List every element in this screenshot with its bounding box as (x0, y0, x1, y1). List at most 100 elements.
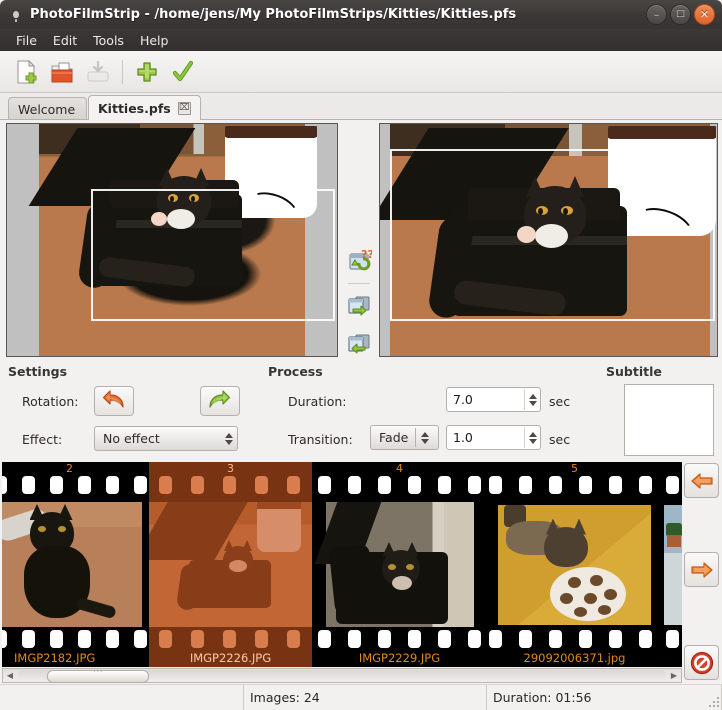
start-crop-preview[interactable] (6, 123, 338, 357)
main-toolbar (0, 51, 722, 93)
filmstrip-frame-3[interactable]: 3 IMGP2226.JPG 3 IMGP2226.JPG (149, 462, 312, 667)
menu-file[interactable]: File (8, 31, 45, 50)
status-message (0, 685, 244, 710)
chevron-up-icon[interactable] (421, 431, 430, 437)
spin-up-icon[interactable] (529, 393, 537, 399)
title-bar: PhotoFilmStrip - /home/jens/My PhotoFilm… (0, 0, 722, 29)
transition-spin-arrows[interactable] (529, 431, 537, 444)
copy-start-to-end-button[interactable] (343, 290, 375, 322)
duration-unit: sec (549, 394, 571, 409)
menu-tools[interactable]: Tools (85, 31, 132, 50)
rotate-right-button[interactable] (200, 386, 240, 416)
spin-down-icon[interactable] (529, 400, 537, 406)
next-image-button[interactable] (684, 552, 719, 587)
transition-spin-divider (524, 427, 525, 448)
filmstrip-frame-2-thumb[interactable] (2, 498, 147, 631)
spin-up-icon[interactable] (529, 431, 537, 437)
transition-select-arrows[interactable] (421, 431, 430, 444)
remove-image-button[interactable] (684, 645, 719, 680)
filmstrip-frame-next-thumb[interactable] (662, 498, 682, 631)
start-photo (28, 124, 317, 356)
sprockets-top (312, 476, 487, 494)
preview-area: ?? (0, 120, 722, 401)
transition-label: Transition: (288, 432, 353, 447)
effect-select-value: No effect (103, 431, 160, 446)
filmstrip-frame-3-number-overlay: 3 (227, 462, 234, 475)
filmstrip-frame-4-filename: IMGP2229.JPG (358, 651, 441, 665)
filmstrip-frame-3-thumb[interactable] (149, 498, 312, 631)
filmstrip-frame-5-filename: 29092006371.jpg (523, 651, 626, 665)
filmstrip-frame-5[interactable]: 5 29092006371.jpg (487, 462, 662, 667)
tab-close-icon[interactable]: ⌧ (177, 101, 191, 115)
new-project-button[interactable] (8, 54, 44, 90)
maximize-icon: □ (676, 9, 685, 19)
transition-select-divider (415, 428, 417, 447)
previous-image-button[interactable] (684, 463, 719, 498)
save-project-button[interactable] (80, 54, 116, 90)
filmstrip-scrollbar[interactable]: ◀ ▶ (2, 666, 682, 683)
sprockets-bottom (312, 630, 487, 648)
tab-kitties-pfs[interactable]: Kitties.pfs ⌧ (88, 95, 201, 120)
filmstrip-frame-next-partial[interactable] (662, 462, 682, 667)
copy-start-to-end-icon (348, 296, 370, 316)
chevron-down-icon[interactable] (421, 438, 430, 444)
menu-help[interactable]: Help (132, 31, 177, 50)
arrow-right-icon (690, 561, 713, 578)
svg-text:??: ?? (361, 248, 372, 261)
arrow-left-icon (690, 472, 713, 489)
subtitle-input[interactable] (624, 384, 714, 456)
filmstrip-frame-5-thumb[interactable] (487, 498, 662, 631)
window-controls: – □ ✕ (646, 4, 715, 25)
subtitle-group-title: Subtitle (606, 364, 662, 379)
copy-end-to-start-icon (348, 334, 370, 354)
chevron-up-icon (225, 432, 233, 438)
reset-crop-button[interactable]: ?? (343, 245, 375, 277)
duration-spin-arrows[interactable] (529, 393, 537, 406)
status-duration: Duration: 01:56 (487, 685, 722, 710)
filmstrip-frame-2[interactable]: 2 IMGP2182.JPG (2, 462, 147, 667)
open-project-icon (51, 62, 73, 82)
transition-duration-input[interactable]: 1.0 (446, 425, 541, 450)
resize-grip-icon[interactable] (708, 696, 720, 708)
close-button[interactable]: ✕ (694, 4, 715, 25)
rotate-left-button[interactable] (94, 386, 134, 416)
process-group-title: Process (268, 364, 323, 379)
add-pictures-icon (137, 61, 157, 82)
scroll-left-button[interactable]: ◀ (3, 669, 17, 682)
end-photo (380, 124, 716, 356)
filmstrip-frame-4-number: 4 (396, 462, 403, 475)
filmstrip[interactable]: 2 IMGP2182.JPG 3 IMGP2226.JPG 3 IMGP2226… (2, 462, 682, 667)
minimize-button[interactable]: – (646, 4, 667, 25)
filmstrip-frame-5-number: 5 (571, 462, 578, 475)
render-filmstrip-button[interactable] (165, 54, 201, 90)
duration-input[interactable]: 7.0 (446, 387, 541, 412)
scrollbar-thumb[interactable] (47, 666, 149, 683)
filmstrip-frame-4-thumb[interactable] (312, 498, 487, 631)
end-crop-preview[interactable] (379, 123, 718, 357)
filmstrip-frame-2-number: 2 (66, 462, 73, 475)
menu-edit[interactable]: Edit (45, 31, 85, 50)
scroll-right-button[interactable]: ▶ (667, 669, 681, 682)
transition-unit: sec (549, 432, 571, 447)
filmstrip-frame-2-filename: IMGP2182.JPG (14, 651, 96, 665)
close-icon: ✕ (699, 8, 710, 21)
tab-welcome[interactable]: Welcome (8, 97, 87, 120)
tab-kitties-pfs-label: Kitties.pfs (98, 100, 171, 116)
open-project-button[interactable] (44, 54, 80, 90)
maximize-button[interactable]: □ (670, 4, 691, 25)
photofilmstrip-window: PhotoFilmStrip - /home/jens/My PhotoFilm… (0, 0, 722, 710)
settings-group-title: Settings (8, 364, 68, 379)
add-pictures-button[interactable] (129, 54, 165, 90)
filmstrip-frame-3-filename-overlay: IMGP2226.JPG (189, 651, 272, 665)
rotate-left-icon (102, 390, 124, 408)
transition-select[interactable]: Fade (370, 425, 439, 450)
sprockets-top (2, 476, 147, 494)
effect-select[interactable]: No effect (94, 426, 238, 451)
app-icon (8, 7, 24, 23)
effect-select-arrows (225, 432, 233, 445)
filmstrip-frame-4[interactable]: 4 IMGP2229.JPG (312, 462, 487, 667)
spin-down-icon[interactable] (529, 438, 537, 444)
controls-area: Settings Rotation: Effect: No effect Pro… (0, 358, 722, 462)
copy-end-to-start-button[interactable] (343, 328, 375, 360)
remove-icon (690, 651, 713, 674)
